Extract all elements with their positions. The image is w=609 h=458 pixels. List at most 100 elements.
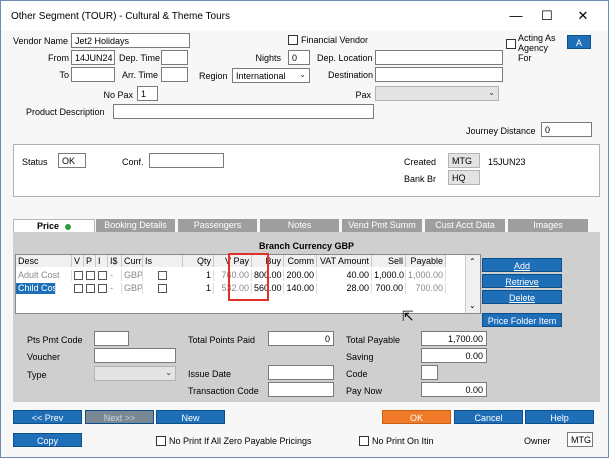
conf-input[interactable] [149, 153, 224, 168]
row1-p-checkbox[interactable] [86, 271, 95, 280]
row1-v-checkbox[interactable] [74, 271, 83, 280]
tab-images[interactable]: Images [508, 219, 588, 232]
arr-time-label: Arr. Time [122, 70, 159, 80]
prev-button[interactable]: << Prev [13, 410, 82, 424]
close-button[interactable]: ✕ [573, 7, 593, 25]
pts-pmt-code-input[interactable] [94, 331, 129, 346]
vendor-name-input[interactable]: Jet2 Holidays [71, 33, 190, 48]
row2-curr[interactable]: GBP [122, 283, 143, 294]
row2-i-dollar: - [108, 283, 122, 294]
row1-desc[interactable]: Adult Cost [16, 270, 72, 281]
row2-p-checkbox[interactable] [86, 284, 95, 293]
next-button[interactable]: Next >> [85, 410, 154, 424]
total-points-paid-input[interactable]: 0 [268, 331, 334, 346]
code-input[interactable] [421, 365, 438, 380]
nights-input[interactable]: 0 [288, 50, 310, 65]
delete-button[interactable]: Delete [482, 290, 562, 304]
owner-input[interactable]: MTG [567, 432, 593, 447]
retrieve-button[interactable]: Retrieve [482, 274, 562, 288]
tab-notes[interactable]: Notes [260, 219, 339, 232]
col-desc[interactable]: Desc [16, 255, 72, 267]
maximize-button[interactable]: ☐ [537, 7, 557, 25]
col-p[interactable]: P [84, 255, 96, 267]
cancel-button[interactable]: Cancel [454, 410, 523, 424]
tab-cust-acct-data[interactable]: Cust Acct Data [425, 219, 505, 232]
no-pax-input[interactable]: 1 [137, 86, 158, 101]
grid-scrollbar[interactable]: ⌃ ⌄ [465, 255, 480, 313]
row1-sell[interactable]: 1,000.0 [372, 270, 406, 281]
tab-booking-details[interactable]: Booking Details [96, 219, 175, 232]
scroll-down-icon[interactable]: ⌄ [469, 301, 476, 310]
destination-input[interactable] [375, 67, 503, 82]
arr-time-input[interactable] [161, 67, 188, 82]
nights-label: Nights [255, 53, 281, 63]
no-print-itin-label: No Print On Itin [372, 436, 434, 446]
help-button[interactable]: Help [525, 410, 594, 424]
row1-i-checkbox[interactable] [98, 271, 107, 280]
col-i[interactable]: I [96, 255, 108, 267]
col-i-dollar[interactable]: I$ [108, 255, 122, 267]
total-points-paid-label: Total Points Paid [188, 335, 256, 345]
row1-vat[interactable]: 40.00 [317, 270, 372, 281]
row2-i-checkbox[interactable] [98, 284, 107, 293]
ok-button[interactable]: OK [382, 410, 451, 424]
product-description-label: Product Description [26, 107, 105, 117]
region-select[interactable]: International ⌄ [232, 68, 310, 83]
dep-location-input[interactable] [375, 50, 503, 65]
row2-v-checkbox[interactable] [74, 284, 83, 293]
row2-qty[interactable]: 1 [183, 283, 214, 294]
issue-date-input[interactable] [268, 365, 334, 380]
add-button[interactable]: Add [482, 258, 562, 272]
transaction-code-input[interactable] [268, 382, 334, 397]
product-description-input[interactable] [113, 104, 374, 119]
row2-comm[interactable]: 140.00 [284, 283, 317, 294]
row1-is-markup-checkbox[interactable] [158, 271, 167, 280]
to-date-input[interactable] [71, 67, 115, 82]
col-sell[interactable]: Sell [372, 255, 406, 267]
agency-a-button[interactable]: A [567, 35, 591, 49]
type-select[interactable]: ⌄ [94, 366, 176, 381]
col-vat-amount[interactable]: VAT Amount [317, 255, 372, 267]
col-curr[interactable]: Curr [122, 255, 143, 267]
row2-vat[interactable]: 28.00 [317, 283, 372, 294]
title-bar: Other Segment (TOUR) - Cultural & Theme … [1, 1, 608, 31]
issue-date-label: Issue Date [188, 369, 232, 379]
pax-select[interactable]: ⌄ [375, 86, 499, 101]
copy-button[interactable]: Copy [13, 433, 82, 447]
row2-is-markup-checkbox[interactable] [158, 284, 167, 293]
dep-time-input[interactable] [161, 50, 188, 65]
acting-as-agency-checkbox[interactable] [506, 39, 516, 49]
row1-comm[interactable]: 200.00 [284, 270, 317, 281]
price-folder-item-button[interactable]: Price Folder Item [482, 313, 562, 327]
col-comm[interactable]: Comm [284, 255, 317, 267]
minimize-button[interactable]: — [506, 7, 526, 25]
total-payable-input[interactable]: 1,700.00 [421, 331, 487, 346]
from-date-input[interactable]: 14JUN24 [71, 50, 115, 65]
col-qty[interactable]: Qty [183, 255, 214, 267]
tab-passengers[interactable]: Passengers [178, 219, 257, 232]
no-print-itin-checkbox[interactable] [359, 436, 369, 446]
scroll-up-icon[interactable]: ⌃ [469, 257, 476, 266]
tab-price[interactable]: Price [13, 219, 95, 232]
row1-curr[interactable]: GBP [122, 270, 143, 281]
pay-now-input[interactable]: 0.00 [421, 382, 487, 397]
journey-distance-input[interactable]: 0 [541, 122, 592, 137]
mouse-cursor-icon: ⇱ [402, 308, 414, 324]
tab-vend-pmt-summ[interactable]: Vend Pmt Summ [342, 219, 422, 232]
acting-as-agency-label: Acting As Agency For [518, 33, 556, 63]
row2-payable[interactable]: 700.00 [406, 283, 446, 294]
no-print-zero-checkbox[interactable] [156, 436, 166, 446]
row2-desc[interactable]: Child Cost [16, 283, 56, 294]
col-payable[interactable]: Payable [406, 255, 446, 267]
row1-qty[interactable]: 1 [183, 270, 214, 281]
col-v[interactable]: V [72, 255, 84, 267]
status-input[interactable]: OK [58, 153, 86, 168]
row1-payable[interactable]: 1,000.00 [406, 270, 446, 281]
new-button[interactable]: New [156, 410, 225, 424]
financial-vendor-checkbox[interactable] [288, 35, 298, 45]
row2-sell[interactable]: 700.00 [372, 283, 406, 294]
col-is-markup[interactable]: Is Markup [143, 255, 183, 267]
saving-input[interactable]: 0.00 [421, 348, 487, 363]
voucher-input[interactable] [94, 348, 176, 363]
region-label: Region [199, 71, 228, 81]
